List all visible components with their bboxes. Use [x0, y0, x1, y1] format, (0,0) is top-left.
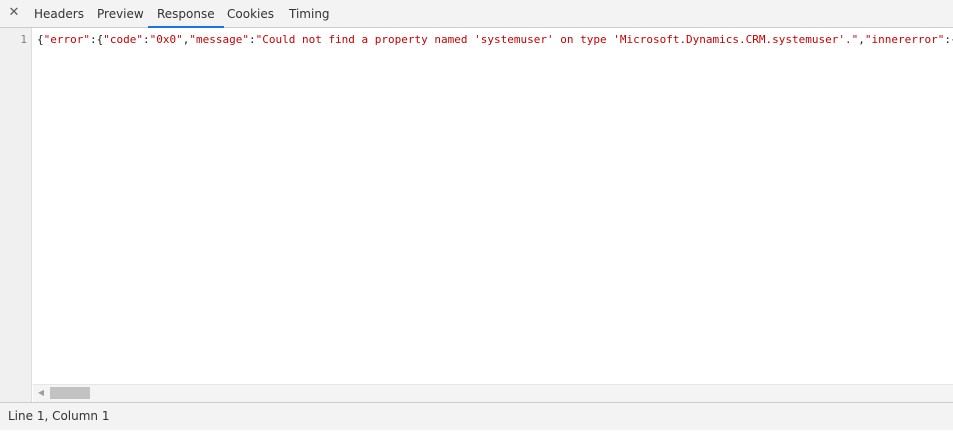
json-token-punct: , — [858, 33, 865, 46]
json-token-punct: : — [142, 33, 150, 46]
tab-headers[interactable]: Headers — [34, 0, 84, 27]
json-token-punct: : — [944, 33, 951, 46]
json-token-punct: : — [89, 33, 97, 46]
status-bar: Line 1, Column 1 — [0, 402, 953, 430]
tab-bar: ✕ Headers Preview Response Cookies Timin… — [0, 0, 953, 28]
json-token-punct: : — [248, 33, 256, 46]
json-token-key: "code" — [103, 33, 143, 46]
json-token-key: "error" — [43, 33, 90, 46]
line-number: 1 — [20, 33, 27, 46]
close-icon[interactable]: ✕ — [6, 5, 22, 21]
json-token-str: "Could not find a property named 'system… — [255, 33, 859, 46]
json-token-str: "0x0" — [149, 33, 183, 46]
cursor-position: Line 1, Column 1 — [8, 409, 110, 423]
tab-preview[interactable]: Preview — [97, 0, 144, 27]
line-number-gutter: 1 — [0, 28, 32, 402]
horizontal-scrollbar[interactable]: ◀ — [33, 384, 953, 402]
json-token-key: "message" — [189, 33, 249, 46]
scroll-left-arrow-icon[interactable]: ◀ — [36, 387, 46, 399]
scrollbar-thumb[interactable] — [50, 387, 90, 399]
json-token-punct: { — [37, 33, 44, 46]
bottom-strip — [0, 430, 953, 434]
devtools-network-detail-panel: ✕ Headers Preview Response Cookies Timin… — [0, 0, 953, 434]
tab-cookies[interactable]: Cookies — [227, 0, 274, 27]
response-editor[interactable]: 1 {"error":{"code":"0x0","message":"Coul… — [0, 28, 953, 402]
tab-response[interactable]: Response — [148, 0, 224, 28]
code-line[interactable]: {"error":{"code":"0x0","message":"Could … — [37, 33, 953, 47]
json-token-key: "innererror" — [864, 33, 945, 46]
tab-timing[interactable]: Timing — [289, 0, 330, 27]
